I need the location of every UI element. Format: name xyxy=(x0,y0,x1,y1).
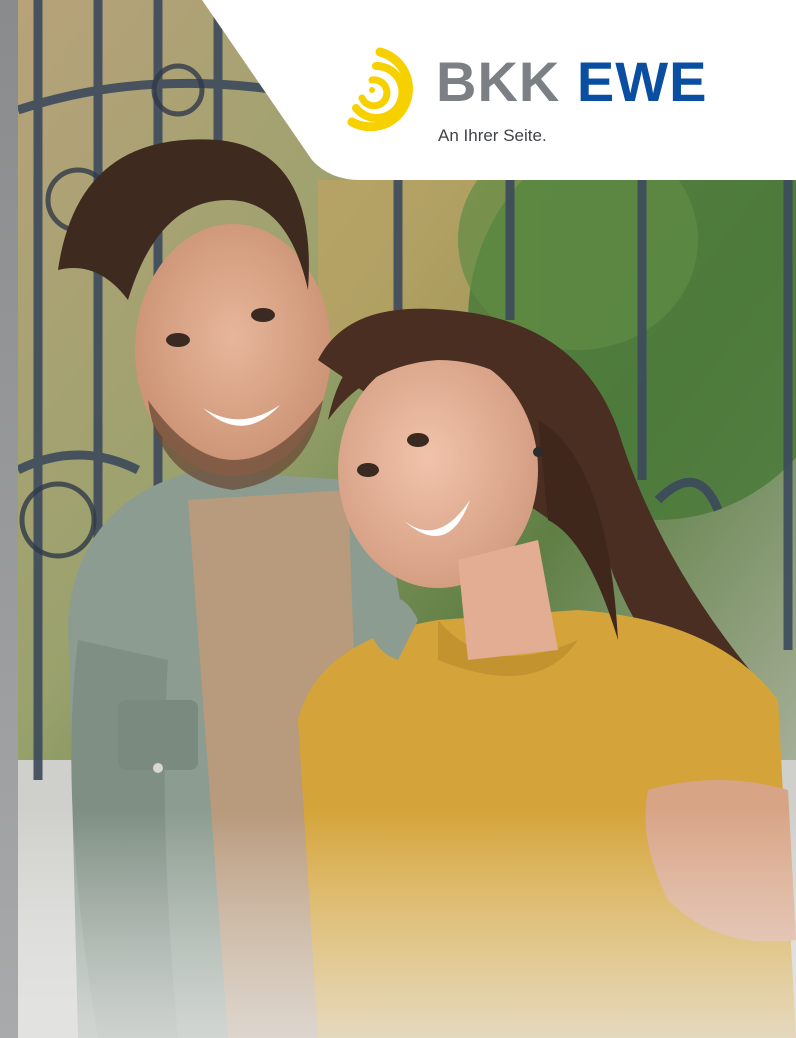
left-edge-strip xyxy=(0,0,18,1038)
couple-photo xyxy=(18,0,796,1038)
ad-page: BKK EWE An Ihrer Seite. xyxy=(0,0,796,1038)
